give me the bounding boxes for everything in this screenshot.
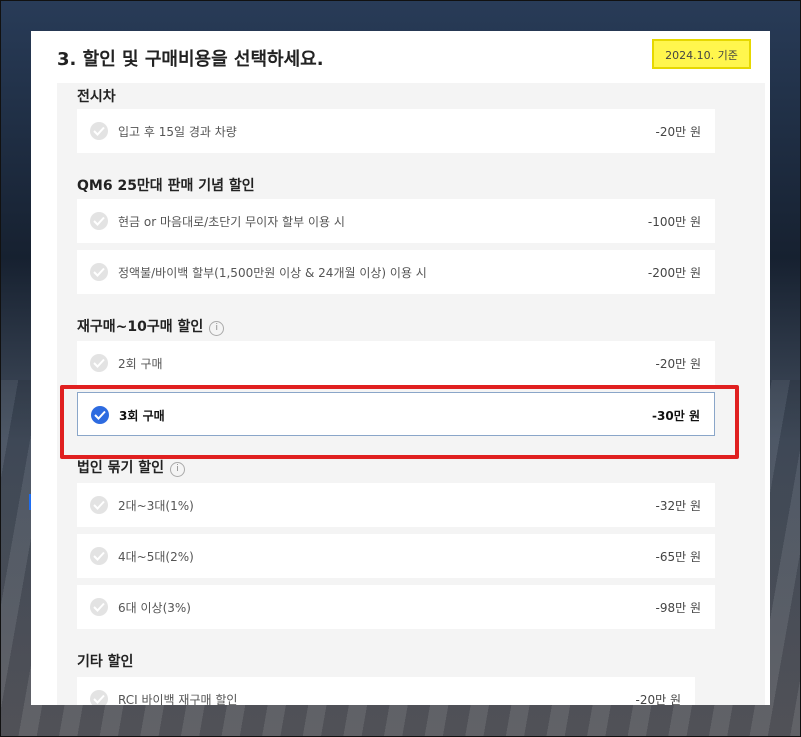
info-icon[interactable]: i (209, 321, 225, 336)
option-price: -20만 원 (635, 693, 682, 705)
option-price: -200만 원 (647, 266, 701, 280)
check-icon (90, 212, 108, 230)
group-title-qm6-celebration: QM6 25만대 판매 기념 할인 (77, 178, 255, 194)
option-label: 2회 구매 (118, 357, 163, 371)
option-price: -98만 원 (655, 601, 702, 615)
option-buyback-installment[interactable]: 정액불/바이백 할부(1,500만원 이상 & 24개월 이상) 이용 시 -2… (77, 250, 715, 294)
option-label: RCI 바이백 재구매 할인 (118, 693, 238, 705)
option-label: 현금 or 마음대로/초단기 무이자 할부 이용 시 (118, 215, 345, 229)
option-corporate-4-5[interactable]: 4대~5대(2%) -65만 원 (77, 534, 715, 578)
group-title-other: 기타 할인 (77, 654, 134, 670)
date-badge: 2024.10. 기준 (652, 39, 751, 69)
option-price: -20만 원 (655, 125, 702, 139)
check-icon (90, 122, 108, 140)
option-label: 2대~3대(1%) (118, 499, 194, 513)
option-price: -30만 원 (652, 409, 700, 423)
option-display-car-15days[interactable]: 입고 후 15일 경과 차량 -20만 원 (77, 109, 715, 153)
option-label: 3회 구매 (119, 409, 165, 423)
check-icon (90, 263, 108, 281)
group-title-corporate: 법인 묶기 할인 i (77, 457, 186, 477)
option-label: 4대~5대(2%) (118, 550, 194, 564)
section-title: 3. 할인 및 구매비용을 선택하세요. (57, 49, 324, 70)
option-price: -32만 원 (655, 499, 702, 513)
check-icon (90, 496, 108, 514)
option-price: -100만 원 (647, 215, 701, 229)
discount-list: 전시차 입고 후 15일 경과 차량 -20만 원 QM6 25만대 판매 기념… (57, 83, 765, 705)
check-icon (90, 690, 108, 705)
option-label: 정액불/바이백 할부(1,500만원 이상 & 24개월 이상) 이용 시 (118, 266, 427, 280)
check-icon (90, 547, 108, 565)
option-label: 입고 후 15일 경과 차량 (118, 125, 237, 139)
check-icon (90, 598, 108, 616)
option-label: 6대 이상(3%) (118, 601, 191, 615)
info-icon[interactable]: i (170, 462, 186, 477)
option-price: -65만 원 (655, 550, 702, 564)
option-corporate-6plus[interactable]: 6대 이상(3%) -98만 원 (77, 585, 715, 629)
check-icon (90, 354, 108, 372)
group-title-display-car: 전시차 (77, 89, 116, 105)
option-repurchase-2[interactable]: 2회 구매 -20만 원 (77, 341, 715, 385)
option-cash-interest-free[interactable]: 현금 or 마음대로/초단기 무이자 할부 이용 시 -100만 원 (77, 199, 715, 243)
discount-panel: 3. 할인 및 구매비용을 선택하세요. 2024.10. 기준 전시차 입고 … (31, 31, 770, 705)
option-rci-buyback[interactable]: RCI 바이백 재구매 할인 -20만 원 (77, 677, 695, 705)
option-corporate-2-3[interactable]: 2대~3대(1%) -32만 원 (77, 483, 715, 527)
group-title-repurchase: 재구매~10구매 할인 i (77, 316, 225, 336)
option-repurchase-3[interactable]: 3회 구매 -30만 원 (77, 392, 715, 436)
check-icon (91, 406, 109, 424)
option-price: -20만 원 (655, 357, 702, 371)
